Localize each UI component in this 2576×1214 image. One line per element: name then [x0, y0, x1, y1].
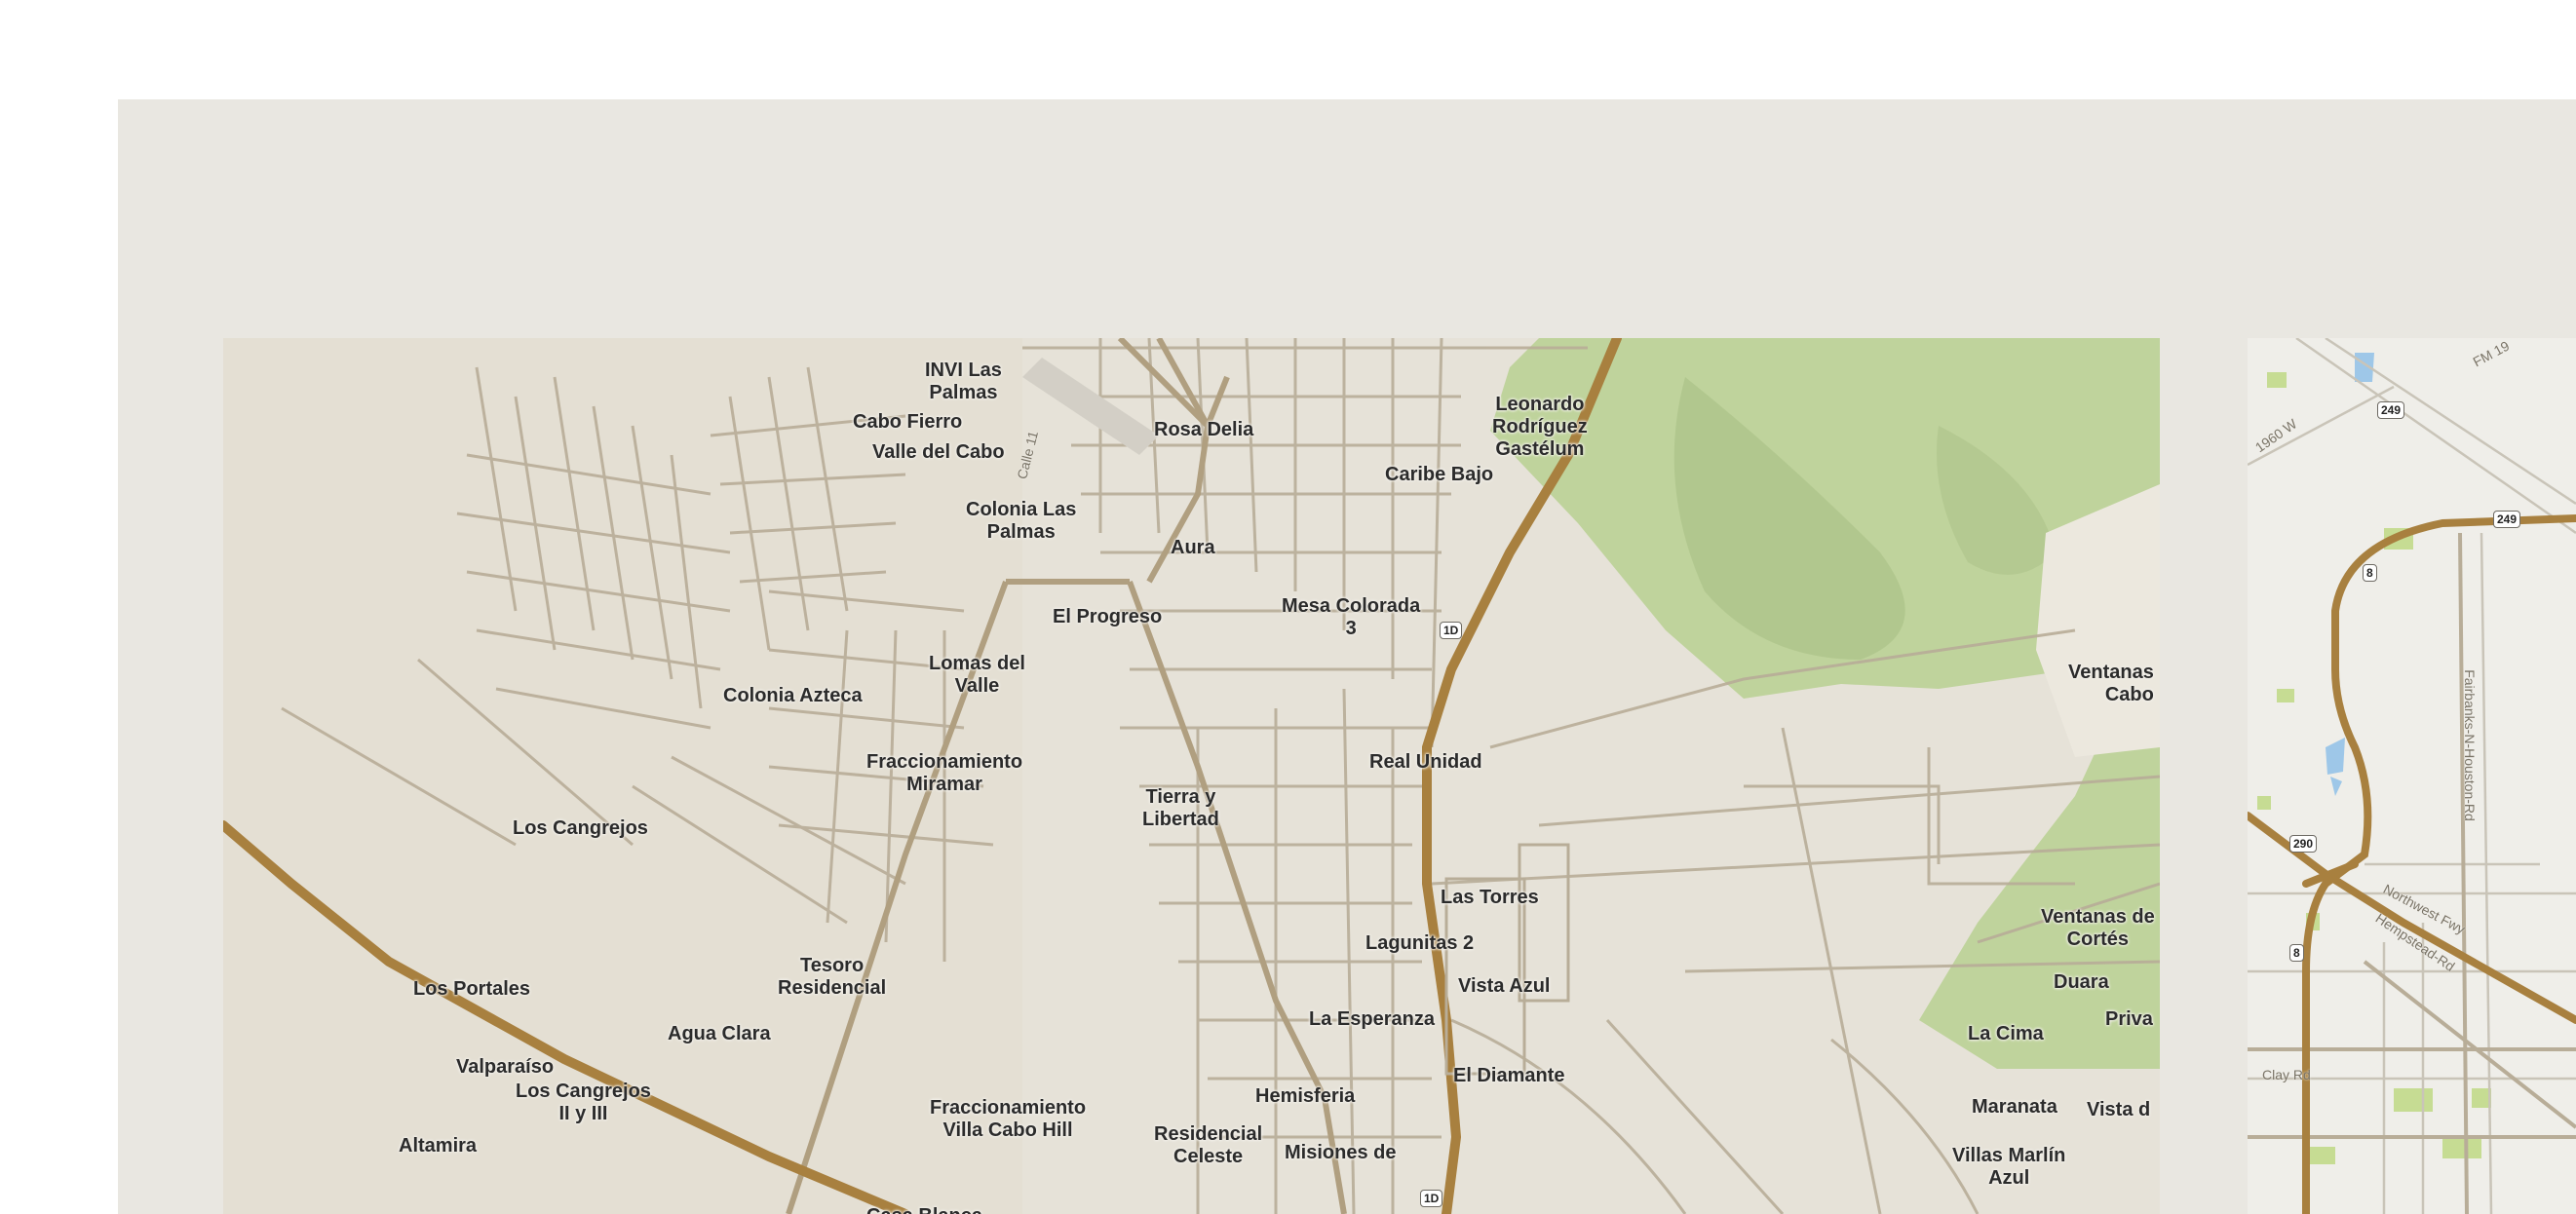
- place-label-colonia-azteca[interactable]: Colonia Azteca: [723, 685, 863, 707]
- place-label-aura[interactable]: Aura: [1171, 537, 1215, 559]
- place-label-real-unidad[interactable]: Real Unidad: [1369, 751, 1482, 774]
- place-label-vista-d[interactable]: Vista d: [2087, 1099, 2150, 1121]
- place-label-fracc-villa-cabo-hill[interactable]: Fraccionamiento Villa Cabo Hill: [930, 1097, 1086, 1142]
- place-label-la-cima[interactable]: La Cima: [1968, 1023, 2044, 1045]
- place-label-priva[interactable]: Priva: [2105, 1008, 2153, 1031]
- place-label-lomas-del-valle[interactable]: Lomas del Valle: [929, 653, 1025, 698]
- place-label-agua-clara[interactable]: Agua Clara: [668, 1023, 771, 1045]
- highway-shield-8-b: 8: [2289, 944, 2304, 962]
- place-label-rosa-delia[interactable]: Rosa Delia: [1154, 419, 1253, 441]
- place-label-duara[interactable]: Duara: [2054, 971, 2109, 994]
- place-label-los-cangrejos-2[interactable]: Los Cangrejos II y III: [516, 1081, 651, 1125]
- place-label-ventanas-cortes[interactable]: Ventanas de Cortés: [2041, 906, 2155, 951]
- map-tile-cabo-graphics: [223, 338, 2160, 1214]
- place-label-maranata[interactable]: Maranata: [1972, 1096, 2057, 1119]
- place-label-fracc-miramar[interactable]: Fraccionamiento Miramar: [866, 751, 1022, 796]
- place-label-el-progreso[interactable]: El Progreso: [1053, 606, 1162, 628]
- place-label-altamira[interactable]: Altamira: [399, 1135, 477, 1157]
- place-label-residencial-celeste[interactable]: Residencial Celeste: [1154, 1123, 1262, 1168]
- highway-shield-8-a: 8: [2363, 564, 2377, 582]
- road-label-fairbanks: Fairbanks-N-Houston-Rd: [2461, 669, 2478, 821]
- place-label-valle-del-cabo[interactable]: Valle del Cabo: [872, 441, 1005, 464]
- place-label-los-cangrejos[interactable]: Los Cangrejos: [513, 817, 648, 840]
- highway-shield-249-a: 249: [2377, 401, 2405, 419]
- highway-shield-1d-top: 1D: [1440, 622, 1463, 639]
- map-tile-cabo[interactable]: INVI Las Palmas Cabo Fierro Valle del Ca…: [223, 338, 2160, 1214]
- map-tile-houston-graphics: [2248, 338, 2576, 1214]
- place-label-invi-las-palmas[interactable]: INVI Las Palmas: [925, 360, 1002, 404]
- place-label-caribe-bajo[interactable]: Caribe Bajo: [1385, 464, 1493, 486]
- place-label-villas-marlin-azul[interactable]: Villas Marlín Azul: [1952, 1145, 2065, 1190]
- place-label-tesoro-residencial[interactable]: Tesoro Residencial: [778, 955, 886, 1000]
- place-label-valparaiso[interactable]: Valparaíso: [456, 1056, 554, 1079]
- place-label-las-torres[interactable]: Las Torres: [1441, 887, 1539, 909]
- road-label-clay-rd: Clay Rd: [2262, 1067, 2311, 1082]
- place-label-lagunitas-2[interactable]: Lagunitas 2: [1365, 932, 1474, 955]
- place-label-la-esperanza[interactable]: La Esperanza: [1309, 1008, 1435, 1031]
- place-label-el-diamante[interactable]: El Diamante: [1453, 1065, 1564, 1087]
- place-label-cabo-fierro[interactable]: Cabo Fierro: [853, 411, 962, 434]
- map-canvas[interactable]: INVI Las Palmas Cabo Fierro Valle del Ca…: [118, 99, 2576, 1214]
- map-tile-houston[interactable]: FM 19 1960 W Fairbanks-N-Houston-Rd Nort…: [2248, 338, 2576, 1214]
- place-label-tierra-y-libertad[interactable]: Tierra y Libertad: [1142, 786, 1219, 831]
- highway-shield-249-b: 249: [2493, 511, 2521, 528]
- place-label-colonia-las-palmas[interactable]: Colonia Las Palmas: [966, 499, 1076, 544]
- place-label-ventanas-cabo[interactable]: Ventanas Cabo: [2068, 662, 2154, 706]
- place-label-hemisferia[interactable]: Hemisferia: [1255, 1085, 1355, 1108]
- highway-shield-290: 290: [2289, 835, 2318, 853]
- highway-shield-1d-bottom: 1D: [1420, 1190, 1443, 1207]
- place-label-mesa-colorada[interactable]: Mesa Colorada 3: [1282, 595, 1420, 640]
- place-label-casa-blanca[interactable]: Casa Blanca: [866, 1205, 982, 1214]
- place-label-leonardo[interactable]: Leonardo Rodríguez Gastélum: [1492, 394, 1588, 461]
- place-label-los-portales[interactable]: Los Portales: [413, 978, 530, 1001]
- place-label-vista-azul[interactable]: Vista Azul: [1458, 975, 1550, 998]
- place-label-misiones-de[interactable]: Misiones de: [1285, 1142, 1396, 1164]
